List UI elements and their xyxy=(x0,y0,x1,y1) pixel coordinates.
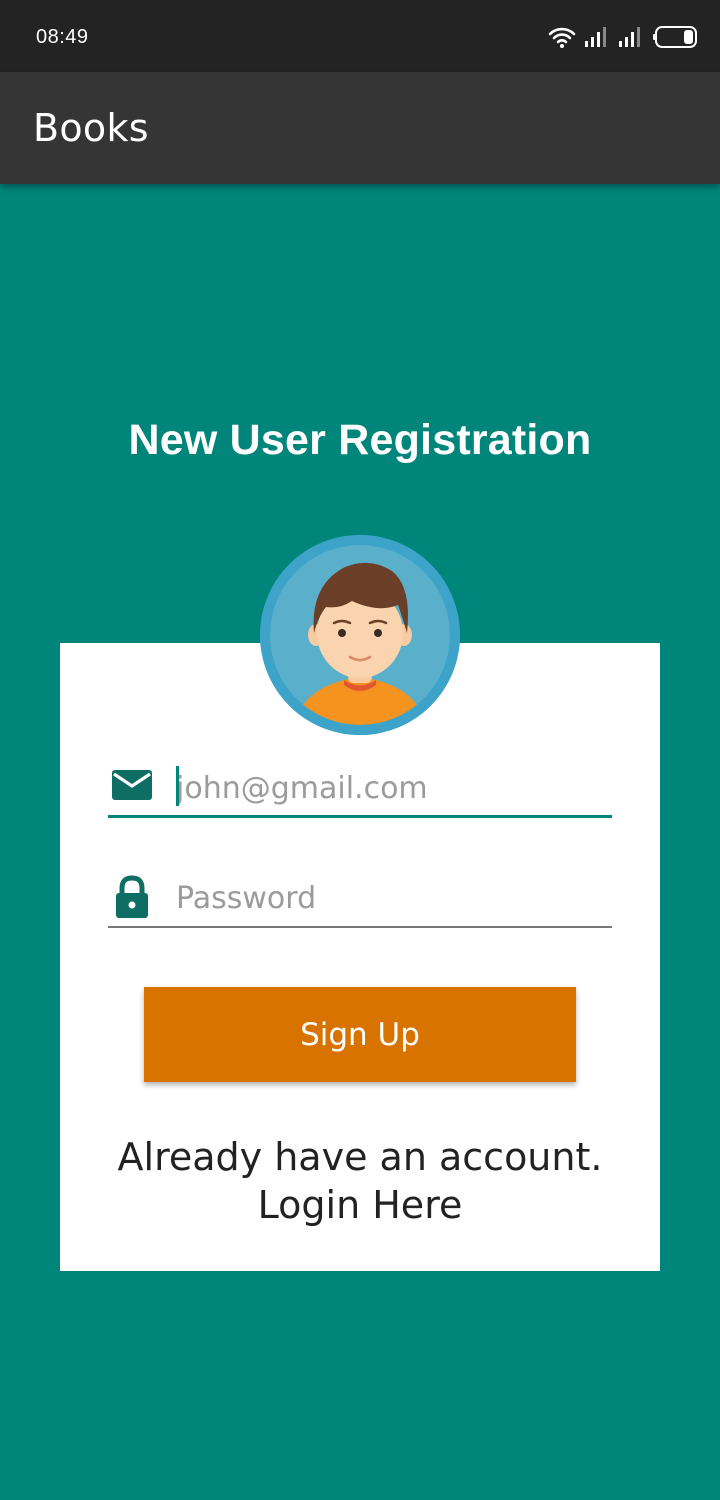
sign-up-button[interactable]: Sign Up xyxy=(144,987,576,1082)
email-input[interactable] xyxy=(176,766,606,810)
app-title: Books xyxy=(33,106,149,150)
login-text-line2: Login Here xyxy=(257,1183,463,1227)
status-icons xyxy=(548,22,698,52)
signal-icon xyxy=(585,27,606,47)
lock-icon xyxy=(116,875,148,918)
password-input[interactable] xyxy=(176,876,606,920)
wifi-icon xyxy=(548,27,576,48)
page-title: New User Registration xyxy=(128,416,592,464)
email-field xyxy=(108,758,612,818)
status-bar: 08:49 xyxy=(0,0,720,72)
avatar xyxy=(260,535,460,735)
text-cursor xyxy=(176,766,179,806)
password-field xyxy=(108,868,612,928)
battery-icon xyxy=(653,26,697,48)
login-text-line1: Already have an account. xyxy=(117,1135,603,1179)
app-bar: Books xyxy=(0,72,720,184)
user-avatar-icon xyxy=(260,535,460,735)
login-link[interactable]: Already have an account. Login Here xyxy=(60,1133,660,1229)
mail-icon xyxy=(112,770,152,800)
signal-icon xyxy=(619,27,640,47)
status-time: 08:49 xyxy=(36,26,89,48)
